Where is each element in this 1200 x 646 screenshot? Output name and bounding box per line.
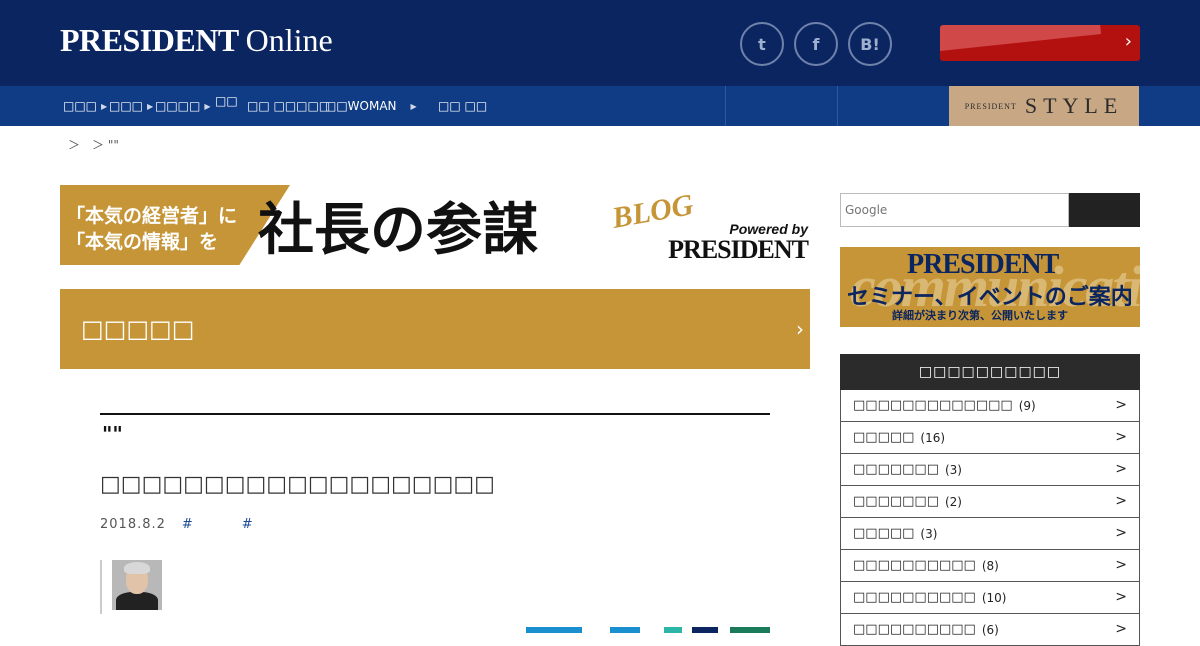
site-logo[interactable]: PRESIDENT Online xyxy=(60,22,333,59)
avatar[interactable] xyxy=(112,560,162,610)
search-input[interactable] xyxy=(840,193,1069,227)
chevron-right-icon: › xyxy=(796,317,804,341)
caret-right-icon: ▶ xyxy=(147,101,154,111)
breadcrumb[interactable]: ＞ ＞ "" xyxy=(68,136,119,153)
chevron-right-icon: > xyxy=(1115,397,1127,413)
facebook-icon: f xyxy=(812,34,820,54)
section-header-bar[interactable]: □□□□□ › xyxy=(60,289,810,369)
banner-blog-label: BLOG xyxy=(609,188,696,235)
chevron-right-icon: > xyxy=(1115,429,1127,445)
president-style-link[interactable]: PRESIDENT STYLE xyxy=(949,86,1139,126)
nav-item-7[interactable]: □□ □□ xyxy=(438,86,487,126)
banner-title: 社長の参謀 xyxy=(258,197,538,263)
nav-item-woman[interactable]: □□WOMAN ▶ xyxy=(325,86,417,126)
share-button-strip[interactable] xyxy=(730,627,770,633)
nav-item-3[interactable]: □□□□ ▶ xyxy=(155,86,211,126)
article-tag-2[interactable]: # xyxy=(242,517,254,532)
search-button[interactable] xyxy=(1069,193,1140,227)
article-divider xyxy=(100,413,770,415)
banner-brand: PRESIDENT xyxy=(668,235,809,264)
category-item[interactable]: □□□□□ (3) > xyxy=(840,518,1140,550)
category-heading: □□□□□□□□□□ xyxy=(840,354,1140,390)
hatena-bookmark-icon: B! xyxy=(860,34,880,54)
share-button-strip[interactable] xyxy=(526,627,582,633)
seminar-banner[interactable]: communication PRESIDENT セミナー、イベントのご案内 詳細… xyxy=(840,247,1140,327)
avatar-suit xyxy=(116,592,158,610)
site-header: PRESIDENT Online t f B! › xyxy=(0,0,1200,86)
chevron-right-icon: > xyxy=(1115,589,1127,605)
article-date: 2018.8.2 xyxy=(100,517,166,532)
banner-tagline-1: 「本気の経営者」に xyxy=(66,205,238,227)
button-shine xyxy=(940,25,1102,52)
category-list: □□□□□□□□□□□□□ (9) > □□□□□ (16) > □□□□□□□ (3) >… xyxy=(840,390,1140,646)
nav-divider xyxy=(725,86,726,126)
nav-item-4[interactable]: □□ xyxy=(215,86,238,126)
twitter-icon: t xyxy=(758,34,766,54)
article-quote: "" xyxy=(102,422,123,446)
caret-right-icon: ▶ xyxy=(204,101,211,111)
chevron-right-icon: > xyxy=(1115,461,1127,477)
nav-item-2[interactable]: □□□ ▶ xyxy=(109,86,153,126)
nav-item-1[interactable]: □□□ ▶ xyxy=(63,86,107,126)
caret-right-icon: ▶ xyxy=(410,101,417,111)
chevron-right-icon: > xyxy=(1115,493,1127,509)
chevron-right-icon: > xyxy=(1115,621,1127,637)
section-title: □□□□□ xyxy=(81,315,195,343)
seminar-subtitle: 詳細が決まり次第、公開いたします xyxy=(892,309,1068,322)
share-button-strip[interactable] xyxy=(610,627,640,633)
category-item[interactable]: □□□□□□□□□□ (10) > xyxy=(840,582,1140,614)
article-tag-1[interactable]: # xyxy=(182,517,194,532)
category-item[interactable]: □□□□□□□□□□ (8) > xyxy=(840,550,1140,582)
seminar-brand: PRESIDENT xyxy=(907,249,1059,280)
chevron-right-icon: > xyxy=(1115,557,1127,573)
twitter-share-button[interactable]: t xyxy=(740,22,784,66)
chevron-right-icon: > xyxy=(1115,525,1127,541)
article-headline: □□□□□□□□□□□□□□□□□□□ xyxy=(100,472,495,497)
hatena-bookmark-button[interactable]: B! xyxy=(848,22,892,66)
nav-item-5[interactable]: □□ □□□□□ xyxy=(247,86,330,126)
blog-banner[interactable]: 「本気の経営者」に 「本気の情報」を 社長の参謀 BLOG Powered by… xyxy=(60,185,810,265)
share-button-strip[interactable] xyxy=(664,627,682,633)
chevron-right-icon: › xyxy=(1124,31,1132,52)
article-meta: 2018.8.2 # # xyxy=(100,517,254,532)
category-item[interactable]: □□□□□□□□□□ (6) > xyxy=(840,614,1140,646)
nav-divider xyxy=(837,86,838,126)
caret-right-icon: ▶ xyxy=(101,101,108,111)
share-button-strip[interactable] xyxy=(692,627,718,633)
header-cta-button[interactable]: › xyxy=(940,25,1140,61)
category-item[interactable]: □□□□□ (16) > xyxy=(840,422,1140,454)
category-item[interactable]: □□□□□□□ (2) > xyxy=(840,486,1140,518)
category-item[interactable]: □□□□□□□ (3) > xyxy=(840,454,1140,486)
category-item[interactable]: □□□□□□□□□□□□□ (9) > xyxy=(840,390,1140,422)
facebook-share-button[interactable]: f xyxy=(794,22,838,66)
author-divider xyxy=(100,560,102,614)
banner-tagline-2: 「本気の情報」を xyxy=(66,231,219,253)
avatar-hair xyxy=(124,562,150,574)
